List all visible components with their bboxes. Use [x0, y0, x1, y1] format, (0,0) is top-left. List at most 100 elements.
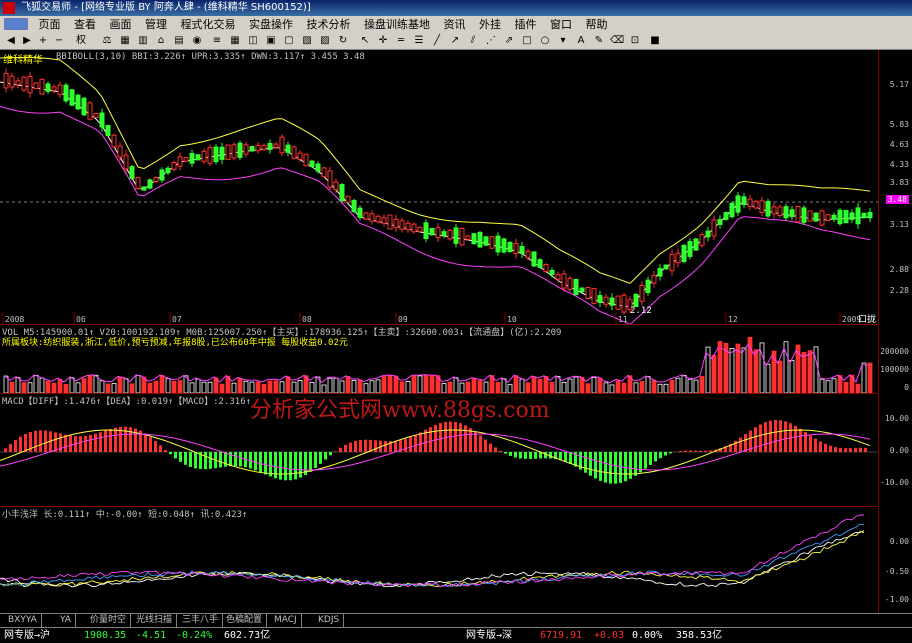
candle-body — [136, 177, 140, 188]
table-icon[interactable]: ▦ — [228, 34, 242, 47]
menu-item-screen[interactable]: 画面 — [105, 16, 137, 33]
hline-icon[interactable]: ═ — [394, 34, 408, 47]
menu-item-plugins[interactable]: 插件 — [510, 16, 542, 33]
layout-icon[interactable]: ▣ — [264, 34, 278, 47]
macd-hist-bar — [14, 440, 17, 452]
eraser-icon[interactable]: ⌫ — [610, 34, 624, 47]
candle-body — [394, 219, 398, 227]
text-line-icon[interactable]: ☰ — [412, 34, 426, 47]
menu-item-manage[interactable]: 管理 — [140, 16, 172, 33]
home-icon[interactable]: ⌂ — [154, 34, 168, 47]
volume-bar — [28, 383, 32, 393]
stamp-icon[interactable]: ✎ — [592, 34, 606, 47]
refresh-icon[interactable]: ↻ — [336, 34, 350, 47]
bottom-indicator-panel[interactable]: 小丰浅洋 长:0.111↑ 中:-0.00↑ 短:0.048↑ 讯:0.423↑ — [0, 507, 878, 613]
volume-bar — [514, 376, 518, 393]
candle-body — [196, 155, 200, 160]
tab-price-volume[interactable]: 价量时空 — [86, 614, 131, 627]
tab-kdjs[interactable]: KDJS — [314, 614, 344, 627]
system-menu-icon[interactable] — [4, 18, 28, 30]
volume-bar — [658, 384, 662, 393]
rights-button[interactable]: 权 — [70, 34, 92, 47]
sz-index: 6719.91 — [540, 628, 582, 643]
menu-item-page[interactable]: 页面 — [34, 16, 66, 33]
menu-item-program-trade[interactable]: 程式化交易 — [176, 16, 241, 33]
split-icon[interactable]: ◫ — [246, 34, 260, 47]
tab-bxyya[interactable]: BXYYA — [4, 614, 42, 627]
sh-label[interactable]: 网专版→沪 — [4, 628, 50, 643]
macd-hist-bar — [599, 452, 602, 481]
menu-item-help[interactable]: 帮助 — [581, 16, 613, 33]
bottom-indicator-header: 小丰浅洋 长:0.111↑ 中:-0.00↑ 短:0.048↑ 讯:0.423↑ — [2, 507, 247, 520]
save-icon[interactable]: ■ — [648, 34, 662, 47]
list-icon[interactable]: ≡ — [210, 34, 224, 47]
sz-label[interactable]: 网专版→深 — [466, 628, 512, 643]
back-icon[interactable]: ◀ — [4, 34, 18, 47]
volume-panel[interactable]: VOL M5:145900.01↑ V20:100192.109↑ M0B:12… — [0, 325, 878, 393]
macd-hist-bar — [624, 452, 627, 481]
tab-light-scan[interactable]: 光线扫描 — [132, 614, 177, 627]
volume-bar — [730, 348, 734, 393]
candle-body — [616, 296, 620, 309]
menu-item-training[interactable]: 操盘训练基地 — [359, 16, 435, 33]
plus-icon[interactable]: + — [36, 34, 50, 47]
volume-bar — [808, 351, 812, 393]
dropdown-icon[interactable]: ▾ — [556, 34, 570, 47]
macd-hist-bar — [329, 452, 332, 455]
text-icon[interactable]: A — [574, 34, 588, 47]
candle-body — [70, 90, 74, 105]
sh-pct: -0.24% — [176, 628, 212, 643]
volume-bar — [622, 383, 626, 393]
arrow-line-icon[interactable]: ↗ — [448, 34, 462, 47]
macd-hist-bar — [234, 452, 237, 466]
candle-body — [382, 218, 386, 224]
menu-item-info[interactable]: 资讯 — [439, 16, 471, 33]
candle-body — [310, 161, 314, 166]
menu-item-tech-analysis[interactable]: 技术分析 — [302, 16, 356, 33]
menu-item-window[interactable]: 窗口 — [545, 16, 577, 33]
menu-item-plugin-ext[interactable]: 外挂 — [474, 16, 506, 33]
cursor-icon[interactable]: ↖ — [358, 34, 372, 47]
rect-icon[interactable]: □ — [520, 34, 534, 47]
circle-icon[interactable]: ○ — [538, 34, 552, 47]
print-icon[interactable]: ▨ — [318, 34, 332, 47]
macd-tick: 0.00 — [890, 446, 909, 455]
crosshair-icon[interactable]: ✛ — [376, 34, 390, 47]
bar-chart-icon[interactable]: ▥ — [136, 34, 150, 47]
minus-icon[interactable]: − — [52, 34, 66, 47]
tab-macj[interactable]: MACJ — [270, 614, 302, 627]
forward-icon[interactable]: ▶ — [20, 34, 34, 47]
channel-icon[interactable]: ⇗ — [502, 34, 516, 47]
price-panel[interactable]: 2008060708091011122009 维科精华 BBIBOLL(3,10… — [0, 50, 878, 324]
volume-bar — [46, 381, 50, 393]
menu-item-live-trade[interactable]: 实盘操作 — [244, 16, 298, 33]
tab-ya[interactable]: YA — [56, 614, 76, 627]
window-icon[interactable]: ▢ — [282, 34, 296, 47]
macd-hist-bar — [339, 448, 342, 452]
macd-hist-bar — [209, 452, 212, 469]
menu-item-view[interactable]: 查看 — [69, 16, 101, 33]
macd-hist-bar — [409, 437, 412, 452]
macd-hist-bar — [739, 438, 742, 452]
volume-bar — [172, 381, 176, 393]
candle-body — [94, 113, 98, 117]
tile-icon[interactable]: ▧ — [300, 34, 314, 47]
bbiboll-indicator: BBIBOLL(3,10) BBI:3.226↑ UPR:3.335↑ DWN:… — [56, 52, 365, 62]
fan-icon[interactable]: ⋰ — [484, 34, 498, 47]
volume-bar — [652, 380, 656, 393]
macd-panel[interactable]: MACD【DIFF】:1.476↑【DEA】:0.019↑【MACD】:2.31… — [0, 394, 878, 506]
f10-icon[interactable]: ▤ — [172, 34, 186, 47]
grid-icon[interactable]: ▦ — [118, 34, 132, 47]
bbi-line — [0, 82, 870, 307]
draw-line-icon[interactable]: ╱ — [430, 34, 444, 47]
globe-icon[interactable]: ◉ — [190, 34, 204, 47]
macd-hist-bar — [454, 422, 457, 452]
candle-body — [742, 197, 746, 205]
tab-color-config[interactable]: 色稿配置 — [222, 614, 267, 627]
candle-body — [790, 210, 794, 217]
lock-icon[interactable]: ⊡ — [628, 34, 642, 47]
candle-body — [424, 223, 428, 239]
weight-icon[interactable]: ⚖ — [100, 34, 114, 47]
tab-sanfeng[interactable]: 三丰八手 — [178, 614, 223, 627]
parallel-icon[interactable]: ⫽ — [466, 34, 480, 47]
